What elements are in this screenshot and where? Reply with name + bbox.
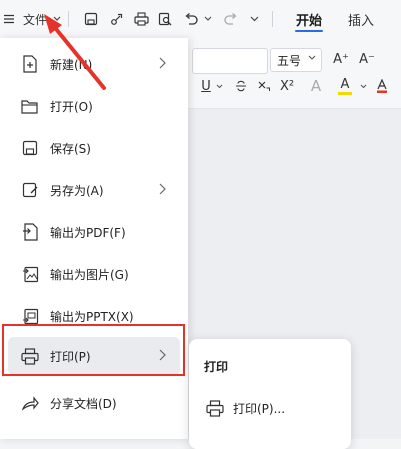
toolbar-divider [272, 11, 273, 27]
export-pdf-icon [20, 222, 40, 242]
annotation-highlight-box [2, 324, 185, 376]
tab-insert[interactable]: 插入 [338, 0, 384, 38]
share-icon [20, 393, 40, 413]
menu-item-share[interactable]: 分享文档(D) [8, 384, 180, 422]
file-menu-button[interactable]: 文件 [20, 0, 50, 38]
subscript-icon[interactable] [256, 75, 272, 97]
export-image-icon [20, 264, 40, 284]
menu-item-label: 保存(S) [50, 141, 91, 156]
font-name-select[interactable] [192, 48, 268, 74]
file-menu-label: 文件 [22, 12, 47, 27]
undo-dropdown-chevron-icon[interactable] [202, 0, 214, 38]
highlight-icon: A [340, 76, 350, 92]
font-size-select[interactable]: 五号 [270, 48, 322, 72]
redo-icon[interactable] [220, 0, 242, 38]
menu-item-label: 新建(N) [50, 57, 93, 72]
tab-home[interactable]: 开始 [286, 0, 332, 38]
menu-item-open[interactable]: 打开(O) [8, 87, 180, 125]
menu-item-save-as[interactable]: 另存为(A) [8, 171, 180, 209]
print-icon[interactable] [130, 0, 152, 38]
menu-item-export-image[interactable]: 输出为图片(G) [8, 255, 180, 293]
shrink-font-button[interactable]: A⁻ [356, 48, 378, 70]
undo-icon[interactable] [180, 0, 202, 38]
font-effect-button[interactable]: A [304, 75, 328, 97]
shrink-font-icon: A⁻ [359, 51, 375, 67]
font-color-icon[interactable] [372, 75, 392, 97]
folder-open-icon [20, 96, 40, 116]
more-chevron-icon[interactable] [246, 0, 262, 38]
menu-item-label: 输出为图片(G) [50, 267, 129, 282]
new-doc-icon [20, 54, 40, 74]
chevron-right-icon [159, 183, 166, 195]
chevron-down-icon [308, 55, 316, 60]
menu-item-save[interactable]: 保存(S) [8, 129, 180, 167]
chevron-down-icon[interactable] [50, 0, 64, 38]
underline-icon: U [201, 78, 211, 94]
hamburger-menu-icon[interactable] [0, 0, 18, 38]
strikethrough-icon[interactable] [232, 75, 250, 97]
underline-button[interactable]: U [198, 75, 214, 97]
highlight-dropdown-chevron-icon[interactable] [358, 75, 368, 97]
menu-item-label: 分享文档(D) [50, 396, 117, 411]
chevron-right-icon [159, 57, 166, 69]
superscript-button[interactable]: X² [276, 75, 298, 97]
grow-font-button[interactable]: A⁺ [330, 48, 352, 70]
export-pptx-icon [20, 306, 40, 326]
menu-item-label: 另存为(A) [50, 183, 104, 198]
menu-item-new[interactable]: 新建(N) [8, 45, 180, 83]
save-icon[interactable] [80, 0, 102, 38]
file-menu: 新建(N) 打开(O) 保存(S) 另存为(A) 输出为PDF(F) 输出为图片… [0, 38, 188, 439]
submenu-item-label: 打印(P)... [233, 401, 286, 416]
underline-dropdown-chevron-icon[interactable] [214, 75, 224, 97]
menu-item-export-pdf[interactable]: 输出为PDF(F) [8, 213, 180, 251]
quick-access-toolbar: 文件 开始 插入 [0, 0, 401, 38]
toolbar-divider [68, 11, 69, 27]
menu-item-label: 打开(O) [50, 99, 93, 114]
printer-icon [205, 398, 225, 418]
menu-item-label: 输出为PPTX(X) [50, 309, 134, 324]
highlight-button[interactable]: A [334, 75, 356, 97]
grow-font-icon: A⁺ [333, 51, 349, 67]
superscript-icon: X² [279, 78, 295, 94]
save-icon [20, 138, 40, 158]
font-effect-icon: A [310, 77, 322, 95]
share-link-icon[interactable] [106, 0, 128, 38]
print-submenu: 打印 打印(P)... [189, 339, 351, 449]
font-size-value: 五号 [277, 53, 302, 68]
submenu-item-print[interactable]: 打印(P)... [195, 391, 345, 425]
highlight-color-bar [338, 91, 352, 95]
menu-item-label: 输出为PDF(F) [50, 225, 126, 240]
submenu-title: 打印 [204, 360, 229, 374]
print-preview-icon[interactable] [154, 0, 176, 38]
save-as-icon [20, 180, 40, 200]
